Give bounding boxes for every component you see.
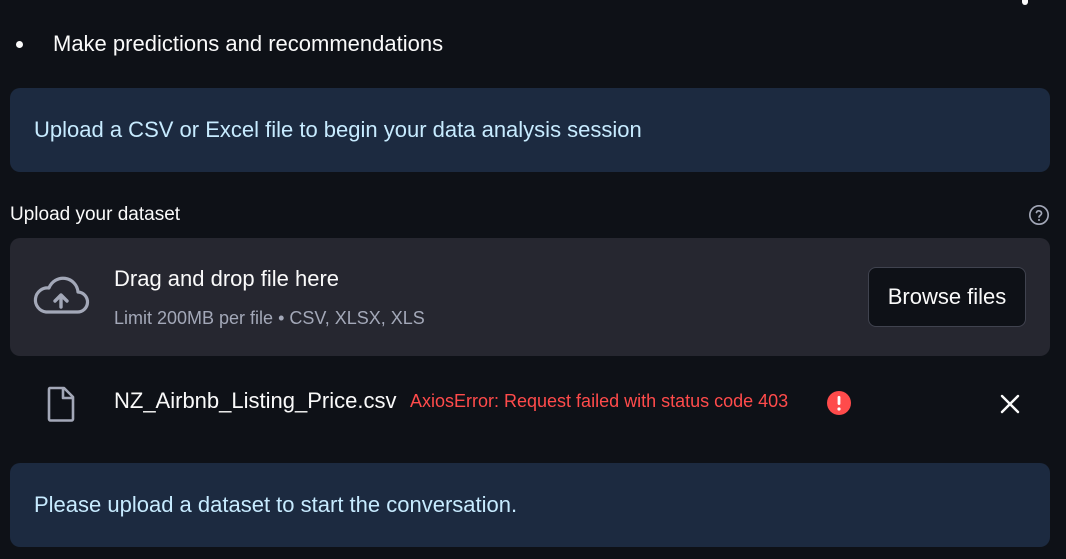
cloud-upload-icon <box>33 276 90 314</box>
browse-files-button[interactable]: Browse files <box>868 267 1026 327</box>
bullet-text: Make predictions and recommendations <box>53 31 444 56</box>
dropzone-subtitle: Limit 200MB per file • CSV, XLSX, XLS <box>114 308 425 328</box>
uploaded-file-row: NZ_Airbnb_Listing_Price.csv AxiosError: … <box>10 380 1050 426</box>
info-alert-text: Please upload a dataset to start the con… <box>34 492 518 517</box>
bullet-marker <box>16 40 23 48</box>
error-exclamation-icon <box>827 391 851 415</box>
menu-dots-icon[interactable] <box>1022 0 1028 5</box>
uploader-label-row: Upload your dataset <box>10 200 1050 230</box>
uploader-label: Upload your dataset <box>10 204 181 225</box>
info-alert-upload: Upload a CSV or Excel file to begin your… <box>10 88 1050 172</box>
file-error-message: AxiosError: Request failed with status c… <box>410 391 789 411</box>
app-page: Make predictions and recommendations Upl… <box>0 0 1066 559</box>
bullet-list-item: Make predictions and recommendations <box>16 28 443 60</box>
info-alert-start: Please upload a dataset to start the con… <box>10 463 1050 547</box>
file-dropzone[interactable]: Drag and drop file here Limit 200MB per … <box>10 238 1050 356</box>
dropzone-title: Drag and drop file here <box>114 266 340 291</box>
info-alert-text: Upload a CSV or Excel file to begin your… <box>34 117 642 142</box>
file-icon <box>47 386 75 422</box>
question-circle-icon[interactable] <box>1028 204 1050 226</box>
close-icon[interactable] <box>998 392 1022 416</box>
file-name: NZ_Airbnb_Listing_Price.csv <box>114 388 397 413</box>
